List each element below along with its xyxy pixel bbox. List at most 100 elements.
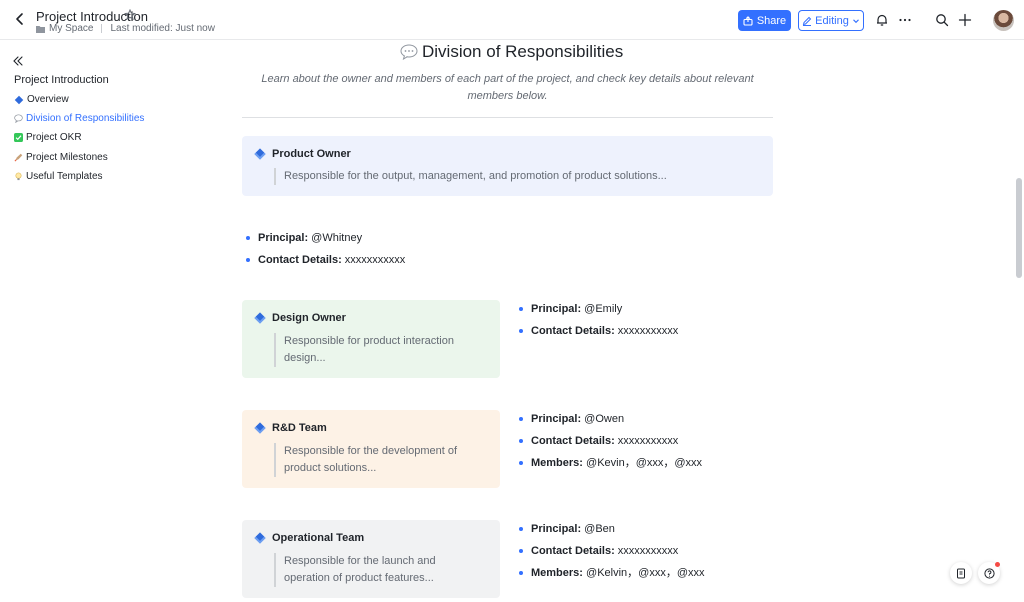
callout-title: Product Owner — [272, 148, 351, 160]
callout-header: Operational Team — [254, 532, 365, 544]
list-item: Contact Details: xxxxxxxxxxx — [517, 430, 702, 452]
callout-product-owner[interactable]: Product Owner Responsible for the output… — [242, 136, 773, 196]
detail-key: Members: — [531, 567, 583, 579]
share-icon — [743, 15, 753, 26]
document-meta: My Space Last modified: Just now — [36, 23, 215, 34]
help-button[interactable] — [978, 562, 1000, 584]
detail-value[interactable]: @Emily — [581, 303, 622, 315]
help-icon — [983, 567, 995, 579]
list-item: Principal: @Ben — [517, 518, 704, 540]
outline-item-label: Division of Responsibilities — [26, 113, 145, 124]
outline-item-overview[interactable]: Overview — [14, 94, 69, 105]
detail-value[interactable]: @Ben — [581, 523, 615, 535]
callout-description: Responsible for the development of produ… — [274, 443, 484, 477]
outline-title[interactable]: Project Introduction — [14, 74, 109, 86]
top-bar: Project Introduction My Space Last modif… — [0, 0, 1024, 40]
pencil-icon — [802, 16, 812, 26]
outline-item-label: Useful Templates — [26, 171, 103, 182]
callout-description: Responsible for the launch and operation… — [274, 553, 484, 587]
list-item: Principal: @Whitney — [244, 227, 405, 249]
blue-diamond-icon — [14, 95, 24, 104]
list-item: Principal: @Emily — [517, 298, 678, 320]
outline-item-project-milestones[interactable]: Project Milestones — [14, 152, 108, 163]
user-avatar[interactable] — [993, 10, 1014, 31]
chevron-down-icon — [852, 18, 859, 23]
blue-diamond-icon — [254, 422, 266, 434]
callout-description: Responsible for the output, management, … — [274, 168, 754, 185]
list-item: Principal: @Owen — [517, 408, 702, 430]
outline-item-division-of-responsibilities[interactable]: Division of Responsibilities — [14, 113, 144, 124]
detail-key: Contact Details: — [531, 435, 615, 447]
search-icon[interactable] — [935, 13, 949, 27]
editing-mode-dropdown[interactable]: Editing — [798, 10, 864, 31]
detail-key: Principal: — [531, 523, 582, 535]
detail-key: Principal: — [258, 232, 309, 244]
outline-sidebar — [0, 41, 200, 602]
callout-title: Design Owner — [272, 312, 346, 324]
section-heading: Division of Responsibilities — [400, 42, 623, 62]
callout-operational-team[interactable]: Operational Team Responsible for the lau… — [242, 520, 500, 598]
location-label[interactable]: My Space — [49, 23, 93, 34]
callout-description: Responsible for product interaction desi… — [274, 333, 474, 367]
add-icon[interactable] — [958, 13, 972, 27]
detail-value: xxxxxxxxxxx — [614, 435, 679, 447]
detail-value[interactable]: @Owen — [581, 413, 624, 425]
operational-team-details: Principal: @Ben Contact Details: xxxxxxx… — [517, 518, 704, 584]
list-item: Contact Details: xxxxxxxxxxx — [517, 320, 678, 342]
outline-item-label: Overview — [27, 94, 69, 105]
detail-value[interactable]: @Whitney — [308, 232, 362, 244]
more-options-icon[interactable] — [898, 13, 912, 27]
callout-design-owner[interactable]: Design Owner Responsible for product int… — [242, 300, 500, 378]
product-owner-details: Principal: @Whitney Contact Details: xxx… — [244, 227, 405, 271]
detail-key: Members: — [531, 457, 583, 469]
bell-icon[interactable] — [875, 13, 889, 27]
detail-key: Principal: — [531, 413, 582, 425]
collapse-sidebar-icon[interactable] — [12, 55, 24, 67]
rd-team-details: Principal: @Owen Contact Details: xxxxxx… — [517, 408, 702, 474]
outline-item-label: Project OKR — [26, 132, 82, 143]
list-item: Contact Details: xxxxxxxxxxx — [244, 249, 405, 271]
speech-bubble-icon — [400, 44, 418, 60]
blue-diamond-icon — [254, 148, 266, 160]
share-label: Share — [756, 14, 787, 27]
rocket-icon — [14, 153, 23, 162]
lightbulb-icon — [15, 172, 22, 181]
document-info-button[interactable] — [950, 562, 972, 584]
callout-header: R&D Team — [254, 422, 327, 434]
callout-header: Design Owner — [254, 312, 346, 324]
detail-value: xxxxxxxxxxx — [614, 325, 679, 337]
callout-header: Product Owner — [254, 148, 351, 160]
blue-diamond-icon — [254, 312, 266, 324]
editing-label: Editing — [815, 14, 849, 27]
intro-text: Learn about the owner and members of eac… — [261, 73, 754, 102]
callout-rd-team[interactable]: R&D Team Responsible for the development… — [242, 410, 500, 488]
last-modified: Last modified: Just now — [110, 23, 215, 34]
detail-key: Contact Details: — [531, 325, 615, 337]
check-mark-icon — [14, 133, 23, 142]
divider — [242, 117, 773, 118]
callout-title: Operational Team — [272, 532, 365, 544]
design-owner-details: Principal: @Emily Contact Details: xxxxx… — [517, 298, 678, 342]
meta-divider — [101, 24, 103, 33]
outline-item-useful-templates[interactable]: Useful Templates — [14, 171, 103, 182]
list-item: Members: @Kelvin，@xxx，@xxx — [517, 562, 704, 584]
list-item: Contact Details: xxxxxxxxxxx — [517, 540, 704, 562]
back-arrow-icon[interactable] — [12, 11, 28, 27]
blue-diamond-icon — [254, 532, 266, 544]
detail-key: Contact Details: — [531, 545, 615, 557]
detail-value: xxxxxxxxxxx — [614, 545, 679, 557]
detail-value[interactable]: @Kevin，@xxx，@xxx — [583, 457, 702, 469]
document-icon — [956, 568, 965, 578]
outline-item-project-okr[interactable]: Project OKR — [14, 132, 82, 143]
detail-value[interactable]: @Kelvin，@xxx，@xxx — [583, 567, 704, 579]
share-button[interactable]: Share — [738, 10, 791, 31]
star-icon[interactable] — [124, 9, 136, 21]
outline-item-label: Project Milestones — [26, 152, 108, 163]
detail-key: Principal: — [531, 303, 582, 315]
callout-title: R&D Team — [272, 422, 327, 434]
notification-dot — [995, 562, 1000, 567]
folder-icon — [36, 25, 45, 33]
vertical-scrollbar[interactable] — [1016, 178, 1022, 278]
detail-value: xxxxxxxxxxx — [341, 254, 406, 266]
section-title-text: Division of Responsibilities — [422, 42, 624, 61]
